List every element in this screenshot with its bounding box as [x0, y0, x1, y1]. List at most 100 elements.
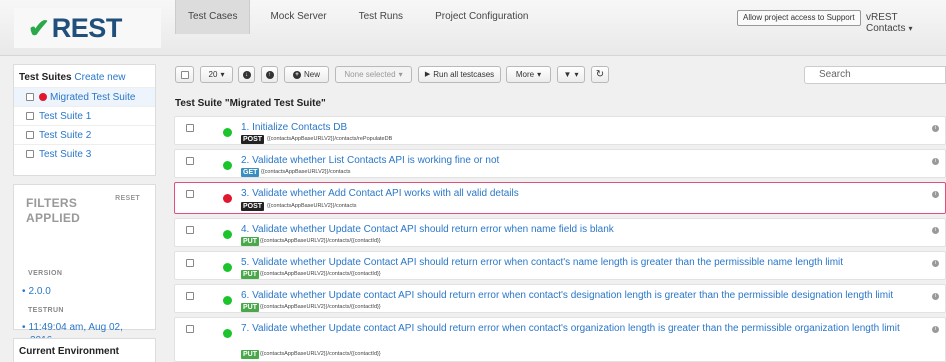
method-badge: GET	[241, 168, 260, 177]
filters-title-line-2: APPLIED	[26, 211, 81, 225]
more-actions-dropdown[interactable]: More ▾	[506, 66, 551, 83]
testcase-checkbox[interactable]	[186, 325, 194, 333]
more-label: More	[515, 70, 535, 79]
testcase-row[interactable]: 6. Validate whether Update contact API s…	[174, 284, 946, 313]
info-icon[interactable]: i	[932, 125, 939, 132]
testcase-title[interactable]: 1. Initialize Contacts DB	[241, 122, 347, 134]
pass-status-icon	[223, 263, 232, 272]
page-size-dropdown[interactable]: 20 ▾	[200, 66, 233, 83]
testcase-checkbox[interactable]	[186, 292, 194, 300]
testcase-title[interactable]: 6. Validate whether Update contact API s…	[241, 290, 893, 302]
testrun-value-line-1: 11:49:04 am, Aug 02,	[28, 322, 123, 333]
testcase-title[interactable]: 5. Validate whether Update Contact API s…	[241, 257, 843, 269]
testcase-checkbox[interactable]	[186, 190, 194, 198]
logo-text: REST	[51, 12, 123, 43]
suite-item-1[interactable]: Test Suite 1	[14, 106, 155, 125]
testcase-url: {{contactsAppBaseURLV2}}/contacts/{{cont…	[260, 304, 381, 310]
filter-funnel-icon: ▼	[563, 70, 572, 79]
testcase-title[interactable]: 7. Validate whether Update contact API s…	[241, 323, 931, 335]
testcase-row[interactable]: 1. Initialize Contacts DB POST {{contact…	[174, 116, 946, 145]
suite-item-migrated[interactable]: Migrated Test Suite	[14, 87, 155, 106]
info-icon[interactable]: i	[932, 191, 939, 198]
suite-label: Test Suite 1	[39, 110, 92, 122]
play-icon: ▶	[424, 71, 431, 78]
testcase-checkbox[interactable]	[186, 157, 194, 165]
version-filter-value[interactable]: • 2.0.0	[22, 285, 51, 298]
arrow-up-circle-icon: ↑	[265, 70, 274, 79]
allow-support-access-button[interactable]: Allow project access to Support	[737, 10, 861, 26]
tab-test-runs[interactable]: Test Runs	[347, 0, 415, 34]
method-badge: POST	[241, 202, 265, 211]
testcase-checkbox[interactable]	[186, 259, 194, 267]
suite-checkbox[interactable]	[26, 131, 34, 139]
testcase-url: {{contactsAppBaseURLV2}}/contacts/{{cont…	[260, 271, 381, 277]
info-icon[interactable]: i	[932, 260, 939, 267]
suite-checkbox[interactable]	[26, 150, 34, 158]
pass-status-icon	[223, 296, 232, 305]
method-badge: POST	[241, 135, 265, 144]
select-all-checkbox	[180, 70, 189, 79]
suite-label: Test Suite 2	[39, 129, 92, 141]
new-testcase-button[interactable]: + New	[284, 66, 329, 83]
bullet-icon: •	[22, 322, 26, 333]
suite-item-3[interactable]: Test Suite 3	[14, 144, 155, 163]
info-icon[interactable]: i	[932, 158, 939, 165]
pass-status-icon	[223, 128, 232, 137]
current-environment-title: Current Environment	[19, 346, 120, 357]
suite-checkbox[interactable]	[26, 93, 34, 101]
top-header: ✔ REST Test Cases Mock Server Test Runs …	[0, 0, 946, 56]
info-icon[interactable]: i	[932, 293, 939, 300]
tab-project-configuration[interactable]: Project Configuration	[423, 0, 540, 34]
pass-status-icon	[223, 161, 232, 170]
tab-test-cases[interactable]: Test Cases	[175, 0, 251, 34]
info-icon[interactable]: i	[932, 227, 939, 234]
check-icon: ✔	[28, 13, 50, 43]
search-input[interactable]: Search	[804, 66, 946, 84]
suite-checkbox[interactable]	[26, 112, 34, 120]
info-icon[interactable]: i	[932, 326, 939, 333]
bullet-icon: •	[22, 286, 26, 297]
pass-status-icon	[223, 329, 232, 338]
reset-filters-button[interactable]: RESET	[115, 195, 140, 202]
filter-dropdown[interactable]: ▼ ▾	[557, 66, 585, 83]
caret-down-icon: ▾	[908, 24, 913, 33]
testcase-title[interactable]: 2. Validate whether List Contacts API is…	[241, 155, 499, 167]
test-suites-panel: Test Suites Create new Migrated Test Sui…	[13, 64, 156, 176]
testcase-url: {{contactsAppBaseURLV2}}/contacts/rePopu…	[267, 136, 393, 142]
testcase-checkbox[interactable]	[186, 124, 194, 132]
vrest-logo[interactable]: ✔ REST	[14, 8, 161, 48]
collapse-all-button[interactable]: ↓	[238, 66, 255, 83]
test-suites-header: Test Suites Create new	[14, 65, 155, 87]
testcase-row[interactable]: 7. Validate whether Update contact API s…	[174, 317, 946, 362]
suite-heading: Test Suite "Migrated Test Suite"	[175, 98, 326, 109]
refresh-button[interactable]: ↻	[591, 66, 609, 83]
testcase-row[interactable]: 2. Validate whether List Contacts API is…	[174, 149, 946, 178]
testcase-checkbox[interactable]	[186, 226, 194, 234]
filters-applied-title: FILTERS APPLIED	[26, 196, 80, 226]
fail-status-icon	[223, 194, 232, 203]
new-button-label: New	[303, 70, 320, 79]
tab-mock-server[interactable]: Mock Server	[258, 0, 338, 34]
method-badge: PUT	[241, 350, 259, 359]
testcase-row[interactable]: 5. Validate whether Update Contact API s…	[174, 251, 946, 280]
expand-all-button[interactable]: ↑	[261, 66, 278, 83]
caret-down-icon: ▾	[574, 70, 579, 79]
arrow-down-circle-icon: ↓	[242, 70, 251, 79]
caret-down-icon: ▾	[220, 70, 225, 79]
create-new-suite-link[interactable]: Create new	[74, 72, 125, 83]
testcase-row-selected[interactable]: 3. Validate whether Add Contact API work…	[174, 182, 946, 214]
current-environment-panel: Current Environment	[13, 338, 156, 362]
suite-item-2[interactable]: Test Suite 2	[14, 125, 155, 144]
testcase-url: {{contactsAppBaseURLV2}}/contacts	[267, 203, 357, 209]
plus-circle-icon: +	[292, 70, 301, 79]
caret-down-icon: ▾	[398, 70, 403, 79]
run-all-testcases-button[interactable]: ▶ Run all testcases	[418, 66, 501, 83]
testcase-url: {{contactsAppBaseURLV2}}/contacts/{{cont…	[260, 351, 381, 357]
bulk-selection-dropdown[interactable]: None selected ▾	[335, 66, 412, 83]
testcase-title[interactable]: 4. Validate whether Update Contact API s…	[241, 224, 614, 236]
testcase-title[interactable]: 3. Validate whether Add Contact API work…	[241, 188, 519, 200]
suite-label: Migrated Test Suite	[50, 91, 136, 103]
select-all-checkbox-button[interactable]	[175, 66, 194, 83]
testcase-row[interactable]: 4. Validate whether Update Contact API s…	[174, 218, 946, 247]
account-menu[interactable]: vREST Contacts ▾	[866, 12, 946, 34]
